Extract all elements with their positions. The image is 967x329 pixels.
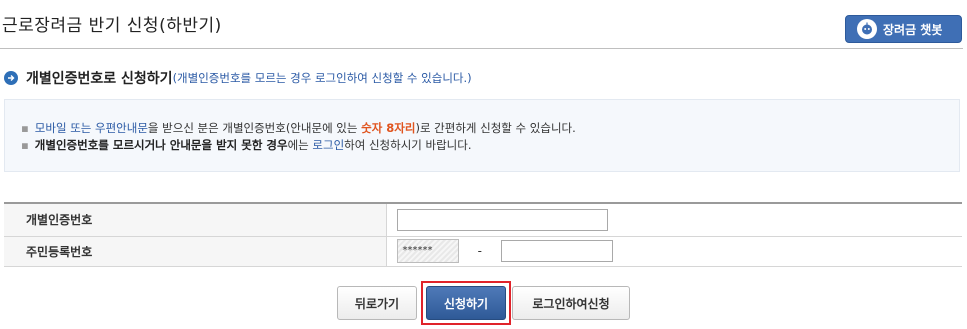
apply-form: 개별인증번호 주민등록번호 ****** - — [4, 202, 962, 267]
login-apply-button[interactable]: 로그인하여신청 — [512, 286, 630, 320]
notice-line-1: ▪ 모바일 또는 우편안내문을 받으신 분은 개별인증번호(안내문에 있는 숫자 … — [21, 120, 576, 136]
rrn-dash: - — [477, 244, 482, 258]
chatbot-icon — [857, 19, 877, 39]
bullet-icon: ▪ — [21, 138, 29, 152]
form-row-auth: 개별인증번호 — [4, 202, 962, 237]
notice-box: ▪ 모바일 또는 우편안내문을 받으신 분은 개별인증번호(안내문에 있는 숫자 … — [4, 99, 960, 172]
section-heading: 개별인증번호로 신청하기 (개별인증번호를 모르는 경우 로그인하여 신청할 수… — [4, 68, 472, 88]
rrn-back-input[interactable] — [501, 240, 614, 262]
bullet-icon: ▪ — [21, 121, 29, 135]
notice-highlight: 숫자 8자리 — [361, 121, 416, 135]
chatbot-button[interactable]: 장려금 챗봇 — [845, 15, 962, 43]
notice-text: )로 간편하게 신청할 수 있습니다. — [415, 121, 576, 135]
notice-text: 을 받으신 분은 개별인증번호(안내문에 있는 — [147, 121, 362, 135]
section-subtitle: (개별인증번호를 모르는 경우 로그인하여 신청할 수 있습니다.) — [172, 71, 472, 85]
title-divider — [0, 48, 963, 49]
section-title: 개별인증번호로 신청하기 — [26, 71, 173, 87]
notice-line-2: ▪ 개별인증번호를 모르시거나 안내문을 받지 못한 경우에는 로그인하여 신청하… — [21, 137, 472, 153]
arrow-right-icon — [4, 71, 18, 85]
notice-link-mobile: 모바일 또는 우편안내문 — [34, 121, 148, 135]
auth-number-input[interactable] — [396, 209, 608, 231]
notice-strong: 개별인증번호를 모르시거나 안내문을 받지 못한 경우 — [34, 138, 288, 152]
notice-link-login[interactable]: 로그인 — [312, 138, 344, 152]
rrn-front-masked: ****** — [396, 239, 459, 263]
notice-text: 하여 신청하시기 바랍니다. — [344, 138, 472, 152]
apply-button[interactable]: 신청하기 — [426, 286, 506, 320]
auth-number-label: 개별인증번호 — [4, 202, 387, 237]
rrn-label: 주민등록번호 — [4, 236, 387, 267]
chatbot-label: 장려금 챗봇 — [883, 22, 943, 37]
notice-text: 에는 — [287, 138, 313, 152]
back-button[interactable]: 뒤로가기 — [337, 286, 417, 320]
form-row-rrn: 주민등록번호 ****** - — [4, 236, 962, 267]
page-title: 근로장려금 반기 신청(하반기) — [2, 16, 222, 36]
